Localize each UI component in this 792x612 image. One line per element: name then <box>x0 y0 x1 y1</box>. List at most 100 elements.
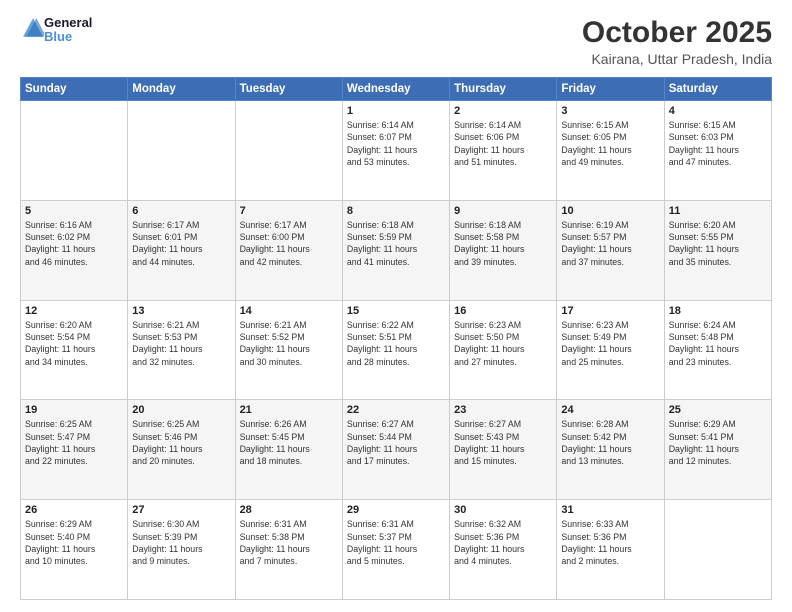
day-info: Sunrise: 6:15 AM Sunset: 6:05 PM Dayligh… <box>561 119 659 168</box>
day-info: Sunrise: 6:20 AM Sunset: 5:55 PM Dayligh… <box>669 219 767 268</box>
day-info: Sunrise: 6:16 AM Sunset: 6:02 PM Dayligh… <box>25 219 123 268</box>
calendar-week-row: 12 Sunrise: 6:20 AM Sunset: 5:54 PM Dayli… <box>21 300 772 400</box>
day-number: 14 <box>240 305 338 317</box>
day-info: Sunrise: 6:20 AM Sunset: 5:54 PM Dayligh… <box>25 319 123 368</box>
day-number: 21 <box>240 404 338 416</box>
day-info: Sunrise: 6:33 AM Sunset: 5:36 PM Dayligh… <box>561 518 659 567</box>
day-number: 22 <box>347 404 445 416</box>
calendar-cell: 31 Sunrise: 6:33 AM Sunset: 5:36 PM Dayli… <box>557 500 664 600</box>
day-number: 16 <box>454 305 552 317</box>
day-number: 11 <box>669 205 767 217</box>
day-number: 8 <box>347 205 445 217</box>
day-info: Sunrise: 6:21 AM Sunset: 5:52 PM Dayligh… <box>240 319 338 368</box>
day-number: 30 <box>454 504 552 516</box>
calendar-cell: 12 Sunrise: 6:20 AM Sunset: 5:54 PM Dayli… <box>21 300 128 400</box>
day-info: Sunrise: 6:17 AM Sunset: 6:00 PM Dayligh… <box>240 219 338 268</box>
calendar-header-row: SundayMondayTuesdayWednesdayThursdayFrid… <box>21 78 772 101</box>
day-number: 6 <box>132 205 230 217</box>
calendar-table: SundayMondayTuesdayWednesdayThursdayFrid… <box>20 77 772 600</box>
calendar-cell <box>235 101 342 201</box>
day-info: Sunrise: 6:31 AM Sunset: 5:37 PM Dayligh… <box>347 518 445 567</box>
day-number: 12 <box>25 305 123 317</box>
calendar-cell: 11 Sunrise: 6:20 AM Sunset: 5:55 PM Dayli… <box>664 200 771 300</box>
day-number: 4 <box>669 105 767 117</box>
day-number: 28 <box>240 504 338 516</box>
column-header-sunday: Sunday <box>21 78 128 101</box>
calendar-cell: 19 Sunrise: 6:25 AM Sunset: 5:47 PM Dayli… <box>21 400 128 500</box>
day-number: 5 <box>25 205 123 217</box>
column-header-saturday: Saturday <box>664 78 771 101</box>
calendar-cell: 5 Sunrise: 6:16 AM Sunset: 6:02 PM Daylig… <box>21 200 128 300</box>
day-number: 19 <box>25 404 123 416</box>
day-info: Sunrise: 6:24 AM Sunset: 5:48 PM Dayligh… <box>669 319 767 368</box>
title-block: October 2025 Kairana, Uttar Pradesh, Ind… <box>582 16 772 67</box>
day-info: Sunrise: 6:30 AM Sunset: 5:39 PM Dayligh… <box>132 518 230 567</box>
day-info: Sunrise: 6:31 AM Sunset: 5:38 PM Dayligh… <box>240 518 338 567</box>
day-info: Sunrise: 6:18 AM Sunset: 5:59 PM Dayligh… <box>347 219 445 268</box>
day-number: 24 <box>561 404 659 416</box>
day-info: Sunrise: 6:27 AM Sunset: 5:43 PM Dayligh… <box>454 418 552 467</box>
calendar-cell: 9 Sunrise: 6:18 AM Sunset: 5:58 PM Daylig… <box>450 200 557 300</box>
calendar-cell <box>128 101 235 201</box>
calendar-cell: 25 Sunrise: 6:29 AM Sunset: 5:41 PM Dayli… <box>664 400 771 500</box>
calendar-cell: 14 Sunrise: 6:21 AM Sunset: 5:52 PM Dayli… <box>235 300 342 400</box>
calendar-cell: 22 Sunrise: 6:27 AM Sunset: 5:44 PM Dayli… <box>342 400 449 500</box>
calendar-cell: 30 Sunrise: 6:32 AM Sunset: 5:36 PM Dayli… <box>450 500 557 600</box>
calendar-cell: 4Sunrise: 6:15 AM Sunset: 6:03 PM Daylig… <box>664 101 771 201</box>
calendar-cell: 26Sunrise: 6:29 AM Sunset: 5:40 PM Dayli… <box>21 500 128 600</box>
calendar-cell: 16 Sunrise: 6:23 AM Sunset: 5:50 PM Dayli… <box>450 300 557 400</box>
day-info: Sunrise: 6:23 AM Sunset: 5:49 PM Dayligh… <box>561 319 659 368</box>
day-info: Sunrise: 6:22 AM Sunset: 5:51 PM Dayligh… <box>347 319 445 368</box>
day-number: 26 <box>25 504 123 516</box>
calendar-cell: 24Sunrise: 6:28 AM Sunset: 5:42 PM Dayli… <box>557 400 664 500</box>
day-info: Sunrise: 6:21 AM Sunset: 5:53 PM Dayligh… <box>132 319 230 368</box>
calendar-cell: 15Sunrise: 6:22 AM Sunset: 5:51 PM Dayli… <box>342 300 449 400</box>
day-info: Sunrise: 6:23 AM Sunset: 5:50 PM Dayligh… <box>454 319 552 368</box>
day-info: Sunrise: 6:14 AM Sunset: 6:07 PM Dayligh… <box>347 119 445 168</box>
day-number: 2 <box>454 105 552 117</box>
day-number: 27 <box>132 504 230 516</box>
sub-title: Kairana, Uttar Pradesh, India <box>582 51 772 67</box>
calendar-cell: 3 Sunrise: 6:15 AM Sunset: 6:05 PM Daylig… <box>557 101 664 201</box>
day-info: Sunrise: 6:32 AM Sunset: 5:36 PM Dayligh… <box>454 518 552 567</box>
day-info: Sunrise: 6:25 AM Sunset: 5:47 PM Dayligh… <box>25 418 123 467</box>
day-info: Sunrise: 6:18 AM Sunset: 5:58 PM Dayligh… <box>454 219 552 268</box>
day-number: 31 <box>561 504 659 516</box>
day-info: Sunrise: 6:29 AM Sunset: 5:41 PM Dayligh… <box>669 418 767 467</box>
day-number: 7 <box>240 205 338 217</box>
main-title: October 2025 <box>582 16 772 49</box>
day-info: Sunrise: 6:14 AM Sunset: 6:06 PM Dayligh… <box>454 119 552 168</box>
calendar-cell: 2 Sunrise: 6:14 AM Sunset: 6:06 PM Daylig… <box>450 101 557 201</box>
calendar-week-row: 5 Sunrise: 6:16 AM Sunset: 6:02 PM Daylig… <box>21 200 772 300</box>
page: General Blue October 2025 Kairana, Uttar… <box>0 0 792 612</box>
calendar-cell: 17 Sunrise: 6:23 AM Sunset: 5:49 PM Dayli… <box>557 300 664 400</box>
day-number: 25 <box>669 404 767 416</box>
day-number: 23 <box>454 404 552 416</box>
day-info: Sunrise: 6:17 AM Sunset: 6:01 PM Dayligh… <box>132 219 230 268</box>
calendar-cell: 18Sunrise: 6:24 AM Sunset: 5:48 PM Dayli… <box>664 300 771 400</box>
day-info: Sunrise: 6:26 AM Sunset: 5:45 PM Dayligh… <box>240 418 338 467</box>
calendar-cell: 29 Sunrise: 6:31 AM Sunset: 5:37 PM Dayli… <box>342 500 449 600</box>
day-info: Sunrise: 6:27 AM Sunset: 5:44 PM Dayligh… <box>347 418 445 467</box>
logo-icon <box>22 17 44 39</box>
calendar-week-row: 26Sunrise: 6:29 AM Sunset: 5:40 PM Dayli… <box>21 500 772 600</box>
calendar-cell: 20Sunrise: 6:25 AM Sunset: 5:46 PM Dayli… <box>128 400 235 500</box>
calendar-cell: 6 Sunrise: 6:17 AM Sunset: 6:01 PM Daylig… <box>128 200 235 300</box>
calendar-week-row: 1Sunrise: 6:14 AM Sunset: 6:07 PM Daylig… <box>21 101 772 201</box>
logo-blue: Blue <box>44 29 72 44</box>
header: General Blue October 2025 Kairana, Uttar… <box>20 16 772 67</box>
column-header-wednesday: Wednesday <box>342 78 449 101</box>
calendar-cell <box>664 500 771 600</box>
calendar-cell: 13Sunrise: 6:21 AM Sunset: 5:53 PM Dayli… <box>128 300 235 400</box>
logo-general: General <box>44 15 92 30</box>
day-info: Sunrise: 6:19 AM Sunset: 5:57 PM Dayligh… <box>561 219 659 268</box>
day-number: 10 <box>561 205 659 217</box>
day-number: 20 <box>132 404 230 416</box>
calendar-cell <box>21 101 128 201</box>
column-header-tuesday: Tuesday <box>235 78 342 101</box>
logo: General Blue <box>20 16 92 45</box>
day-number: 17 <box>561 305 659 317</box>
day-number: 9 <box>454 205 552 217</box>
day-number: 29 <box>347 504 445 516</box>
day-number: 3 <box>561 105 659 117</box>
